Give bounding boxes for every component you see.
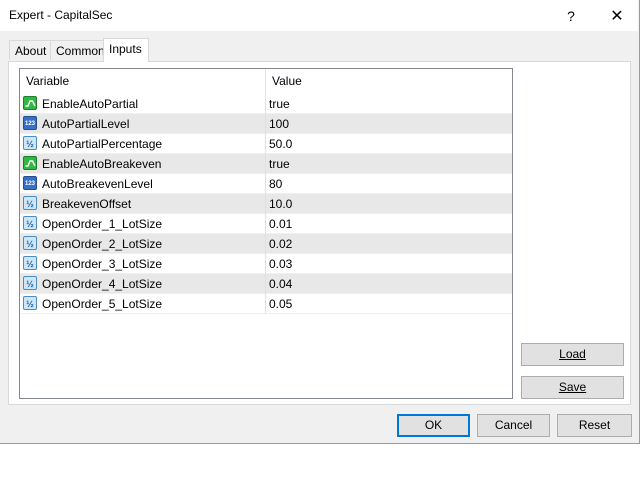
tab-about[interactable]: About	[9, 40, 51, 60]
variable-name: AutoPartialLevel	[42, 117, 130, 131]
variable-cell[interactable]: 123 AutoPartialLevel	[20, 114, 266, 134]
help-button[interactable]: ?	[548, 0, 594, 31]
variable-cell[interactable]: ½ OpenOrder_3_LotSize	[20, 254, 266, 274]
variable-cell[interactable]: ½ AutoPartialPercentage	[20, 134, 266, 154]
value-cell[interactable]: 0.04	[267, 274, 512, 294]
grid-header: Variable Value	[20, 69, 512, 94]
column-header-variable[interactable]: Variable	[20, 69, 266, 94]
variable-name: AutoBreakevenLevel	[42, 177, 153, 191]
table-row[interactable]: EnableAutoBreakeven true	[20, 154, 512, 174]
table-row[interactable]: ½ BreakevenOffset 10.0	[20, 194, 512, 214]
double-icon: ½	[23, 216, 37, 230]
close-button[interactable]: ✕	[594, 0, 640, 31]
variable-cell[interactable]: ½ OpenOrder_1_LotSize	[20, 214, 266, 234]
variable-name: EnableAutoBreakeven	[42, 157, 162, 171]
variable-cell[interactable]: 123 AutoBreakevenLevel	[20, 174, 266, 194]
ok-button[interactable]: OK	[397, 414, 470, 437]
inputs-grid: Variable Value EnableAutoPartial true 123 A…	[19, 68, 513, 399]
table-row[interactable]: ½ AutoPartialPercentage 50.0	[20, 134, 512, 154]
variable-cell[interactable]: ½ BreakevenOffset	[20, 194, 266, 214]
variable-name: EnableAutoPartial	[42, 97, 139, 111]
variable-cell[interactable]: ½ OpenOrder_4_LotSize	[20, 274, 266, 294]
close-icon: ✕	[610, 7, 624, 25]
double-icon: ½	[23, 136, 37, 150]
variable-cell[interactable]: EnableAutoBreakeven	[20, 154, 266, 174]
double-icon: ½	[23, 276, 37, 290]
column-header-value[interactable]: Value	[266, 69, 512, 94]
value-cell[interactable]: true	[267, 154, 512, 174]
bool-icon	[23, 156, 37, 170]
variable-name: BreakevenOffset	[42, 197, 132, 211]
double-icon: ½	[23, 296, 37, 310]
variable-name: OpenOrder_2_LotSize	[42, 237, 163, 251]
double-icon: ½	[23, 236, 37, 250]
cancel-button[interactable]: Cancel	[477, 414, 550, 437]
variable-cell[interactable]: ½ OpenOrder_5_LotSize	[20, 294, 266, 314]
variable-name: OpenOrder_5_LotSize	[42, 297, 163, 311]
int-icon: 123	[23, 116, 37, 130]
value-cell[interactable]: 0.02	[267, 234, 512, 254]
value-cell[interactable]: 100	[267, 114, 512, 134]
variable-name: AutoPartialPercentage	[42, 137, 163, 151]
variable-name: OpenOrder_3_LotSize	[42, 257, 163, 271]
variable-name: OpenOrder_4_LotSize	[42, 277, 163, 291]
double-icon: ½	[23, 196, 37, 210]
load-button[interactable]: Load	[521, 343, 624, 366]
tab-inputs[interactable]: Inputs	[103, 38, 149, 62]
table-row[interactable]: ½ OpenOrder_4_LotSize 0.04	[20, 274, 512, 294]
title-bar: Expert - CapitalSec ? ✕	[0, 0, 638, 31]
value-cell[interactable]: 0.01	[267, 214, 512, 234]
table-row[interactable]: ½ OpenOrder_5_LotSize 0.05	[20, 294, 512, 314]
table-row[interactable]: ½ OpenOrder_1_LotSize 0.01	[20, 214, 512, 234]
double-icon: ½	[23, 256, 37, 270]
expert-dialog: Expert - CapitalSec ? ✕ About Common Inp…	[0, 0, 640, 444]
variable-name: OpenOrder_1_LotSize	[42, 217, 163, 231]
value-cell[interactable]: 0.03	[267, 254, 512, 274]
tab-common[interactable]: Common	[50, 40, 109, 60]
save-button[interactable]: Save	[521, 376, 624, 399]
value-cell[interactable]: 10.0	[267, 194, 512, 214]
value-cell[interactable]: 80	[267, 174, 512, 194]
table-row[interactable]: ½ OpenOrder_2_LotSize 0.02	[20, 234, 512, 254]
table-row[interactable]: 123 AutoBreakevenLevel 80	[20, 174, 512, 194]
value-cell[interactable]: 0.05	[267, 294, 512, 314]
table-row[interactable]: EnableAutoPartial true	[20, 94, 512, 114]
help-icon: ?	[567, 7, 575, 24]
window-title: Expert - CapitalSec	[9, 8, 113, 22]
value-cell[interactable]: true	[267, 94, 512, 114]
variable-cell[interactable]: EnableAutoPartial	[20, 94, 266, 114]
value-cell[interactable]: 50.0	[267, 134, 512, 154]
table-row[interactable]: 123 AutoPartialLevel 100	[20, 114, 512, 134]
bool-icon	[23, 96, 37, 110]
table-row[interactable]: ½ OpenOrder_3_LotSize 0.03	[20, 254, 512, 274]
int-icon: 123	[23, 176, 37, 190]
reset-button[interactable]: Reset	[557, 414, 632, 437]
variable-cell[interactable]: ½ OpenOrder_2_LotSize	[20, 234, 266, 254]
